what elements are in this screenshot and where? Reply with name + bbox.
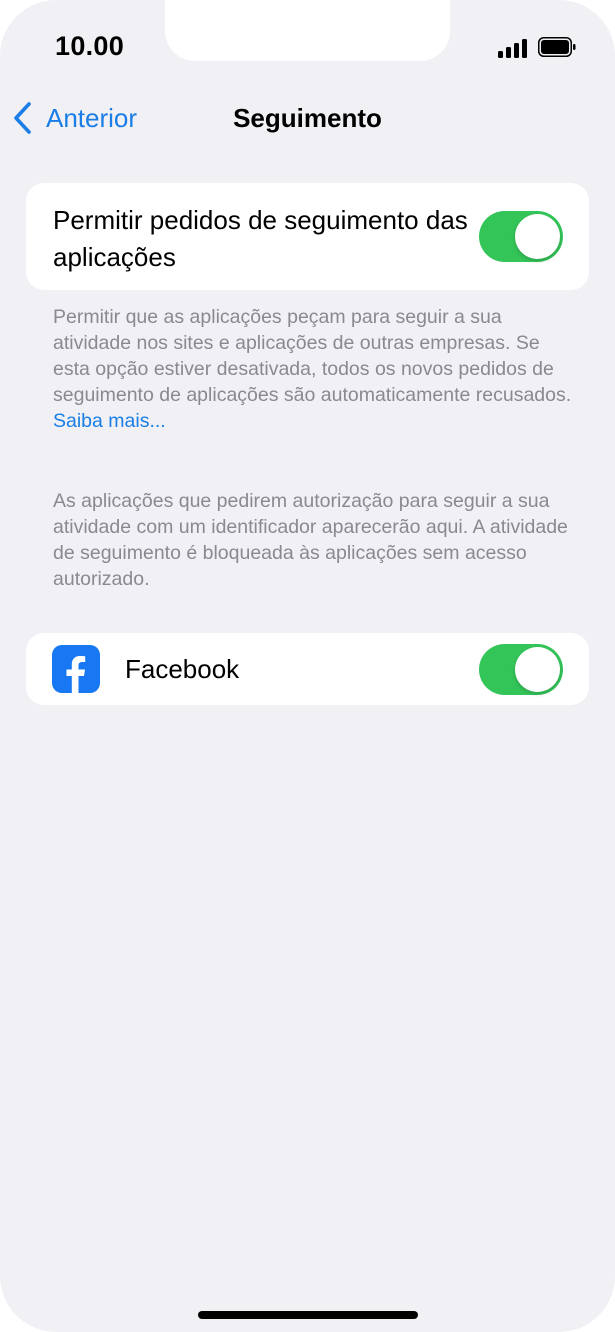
allow-tracking-toggle[interactable] — [479, 211, 563, 262]
apps-info-text: As aplicações que pedirem autorização pa… — [53, 490, 568, 590]
phone-screen: 10.00 Anterior Seguimento Permitir pedid… — [0, 0, 615, 1332]
page-title: Seguimento — [233, 103, 382, 133]
allow-tracking-description: Permitir que as aplicações peçam para se… — [53, 306, 572, 406]
app-list-item: Facebook — [26, 633, 589, 705]
toggle-knob — [515, 647, 560, 692]
toggle-knob — [515, 214, 560, 259]
allow-tracking-label: Permitir pedidos de seguimento das aplic… — [53, 205, 468, 272]
notch — [165, 0, 450, 61]
battery-icon — [538, 37, 576, 57]
app-name: Facebook — [125, 654, 240, 684]
status-time: 10.00 — [55, 31, 125, 61]
learn-more-link[interactable]: Saiba mais... — [53, 410, 166, 432]
allow-tracking-footnote: Permitir que as aplicações peçam para se… — [53, 304, 573, 434]
facebook-icon — [52, 645, 100, 693]
cellular-signal-icon — [498, 38, 527, 58]
navigation-bar: Anterior Seguimento — [0, 95, 615, 143]
facebook-tracking-toggle[interactable] — [479, 644, 563, 695]
allow-tracking-card: Permitir pedidos de seguimento das aplic… — [26, 183, 589, 290]
home-indicator[interactable] — [198, 1311, 418, 1319]
